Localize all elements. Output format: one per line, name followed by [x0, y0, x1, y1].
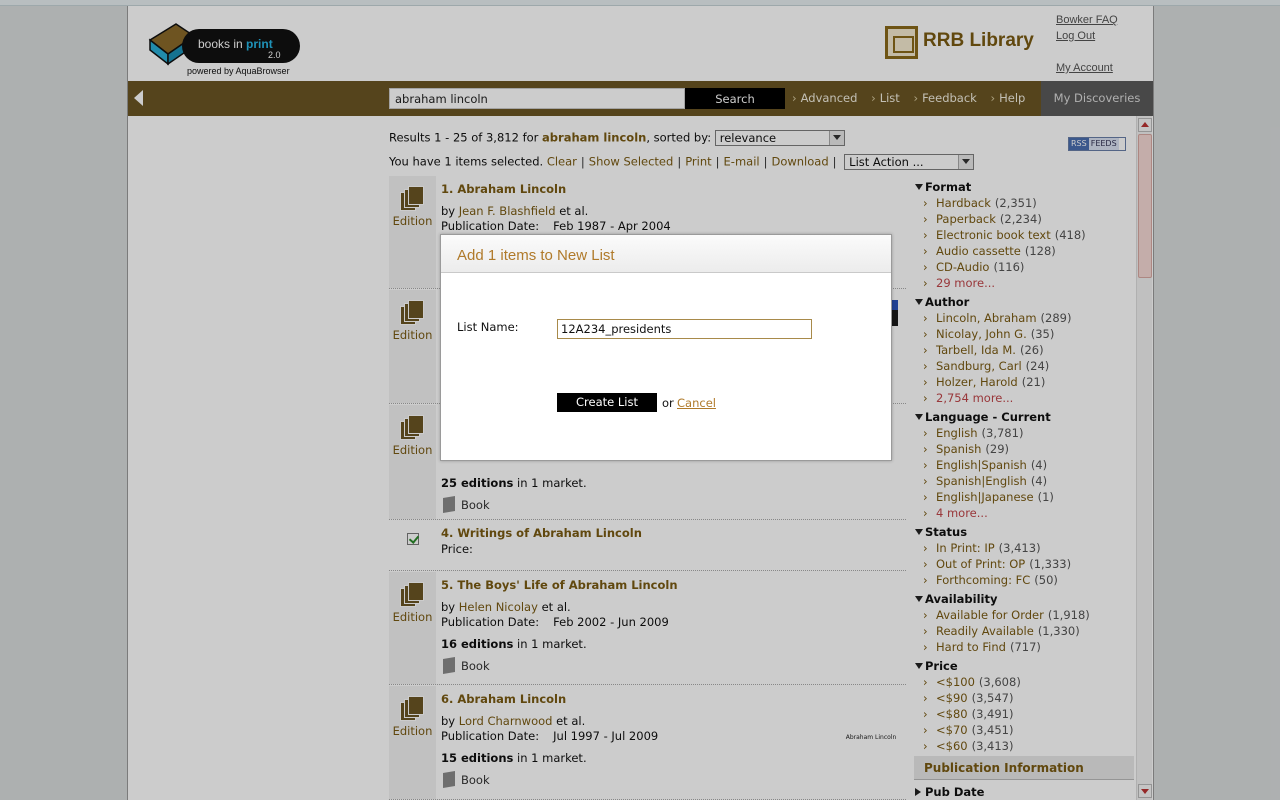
or-text: or — [662, 396, 674, 410]
dialog-title: Add 1 items to New List — [441, 235, 891, 273]
cancel-link[interactable]: Cancel — [677, 396, 716, 410]
add-to-list-dialog: Add 1 items to New List List Name: 12A23… — [440, 234, 892, 461]
create-list-button[interactable]: Create List — [557, 393, 657, 412]
list-name-label: List Name: — [457, 320, 519, 334]
list-name-input[interactable]: 12A234_presidents — [557, 319, 812, 339]
